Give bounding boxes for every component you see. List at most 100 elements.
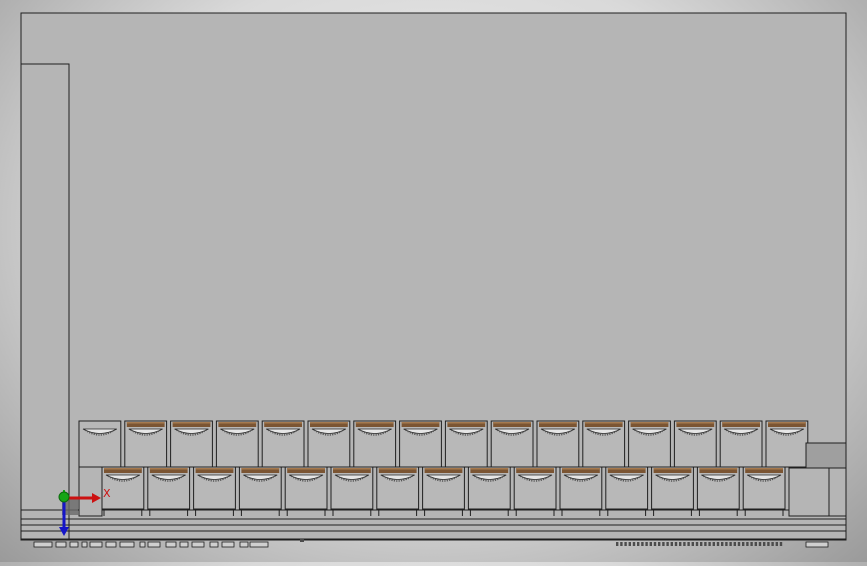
hardware-tooth — [737, 542, 741, 546]
bin-wood-highlight — [149, 468, 188, 470]
hardware-tooth — [679, 542, 682, 546]
lower-row-bin — [696, 466, 740, 510]
bin-wood-highlight — [699, 468, 738, 470]
upper-row-bin — [490, 420, 534, 468]
bin-wood-highlight — [607, 468, 646, 470]
hardware-tooth — [712, 542, 715, 546]
hardware-tooth — [670, 542, 673, 546]
bin-wood-highlight — [378, 468, 417, 470]
hardware-block — [69, 541, 79, 548]
bin-wood-highlight — [562, 468, 600, 470]
bin-wood-highlight — [104, 468, 142, 470]
hardware-block — [81, 541, 88, 548]
bin-wood-highlight — [241, 468, 280, 470]
hardware-tooth — [632, 542, 636, 546]
bin-outline — [353, 420, 397, 468]
hardware-block — [147, 541, 161, 548]
hardware-block — [209, 541, 219, 548]
hardware-block — [249, 541, 269, 548]
hardware-pin — [300, 539, 304, 542]
bin-outline — [513, 466, 557, 510]
bin-wood-highlight — [172, 422, 211, 424]
lower-row-bin — [238, 466, 282, 510]
bin-wood-highlight — [722, 422, 760, 424]
lower-row-bin — [651, 466, 694, 510]
bin-wood-highlight — [653, 468, 692, 470]
hardware-tooth — [658, 542, 661, 546]
bin-outline — [490, 420, 534, 468]
hardware-block — [165, 541, 177, 548]
hardware-tooth — [641, 542, 644, 546]
hardware-tooth — [771, 542, 774, 546]
upper-row-bin — [673, 420, 717, 468]
lower-row-bin — [742, 466, 786, 510]
hardware-tooth — [746, 542, 749, 546]
hardware-block — [119, 541, 135, 548]
hardware-tooth — [754, 542, 757, 546]
upper-row-bin — [536, 420, 580, 468]
hardware-tooth — [616, 542, 619, 546]
lower-row-bin — [284, 466, 328, 510]
bin-outline — [307, 420, 351, 468]
bin-outline — [124, 420, 168, 468]
bin-wood-highlight — [630, 422, 669, 424]
origin-sphere-icon — [58, 491, 70, 503]
bin-outline — [765, 420, 809, 468]
bin-outline — [376, 466, 420, 510]
upper-row-bin — [261, 420, 305, 468]
lower-row-bin — [193, 466, 236, 510]
hardware-tooth — [649, 542, 652, 546]
graphics-viewport[interactable]: X — [0, 0, 867, 562]
hardware-tooth — [674, 542, 678, 546]
hardware-tooth — [645, 542, 648, 546]
bin-wood-highlight — [516, 468, 554, 470]
hardware-block — [105, 541, 117, 548]
lower-row-bin — [330, 466, 374, 510]
upper-row-bin — [444, 420, 488, 468]
bin-wood-highlight — [195, 468, 234, 470]
upper-row-bin — [307, 420, 351, 468]
hardware-tooth — [620, 542, 623, 546]
hardware-block — [805, 541, 829, 548]
bin-wood-highlight — [424, 468, 463, 470]
upper-row-bin — [399, 420, 442, 468]
bin-outline — [651, 466, 694, 510]
bin-outline — [215, 420, 259, 468]
hardware-block — [89, 541, 103, 548]
bin-outline — [261, 420, 305, 468]
bin-wood-highlight — [768, 422, 806, 424]
triad-x-label: X — [103, 487, 111, 500]
bin-wood-highlight — [676, 422, 715, 424]
bin-outline — [673, 420, 717, 468]
bin-outline — [193, 466, 236, 510]
right-end-block — [788, 467, 847, 517]
lower-row-bin — [559, 466, 603, 510]
bin-wood-highlight — [539, 422, 577, 424]
upper-row-bin — [170, 420, 213, 468]
hardware-tooth — [700, 542, 703, 546]
bin-outline — [742, 466, 786, 510]
lower-row-bin — [147, 466, 191, 510]
lower-left-spacer — [78, 466, 103, 517]
bin-wood-highlight — [126, 422, 165, 424]
hardware-tooth — [729, 542, 732, 546]
hardware-tooth — [775, 542, 778, 546]
hardware-tooth — [637, 542, 640, 546]
hardware-tooth — [687, 542, 690, 546]
bin-wood-highlight — [470, 468, 509, 470]
hardware-tooth — [683, 542, 686, 546]
bin-wood-highlight — [493, 422, 531, 424]
bin-outline — [559, 466, 603, 510]
lower-row-bin — [513, 466, 557, 510]
bin-outline — [238, 466, 282, 510]
bin-wood-highlight — [218, 422, 257, 424]
hardware-block — [191, 541, 205, 548]
hardware-tooth — [767, 542, 770, 546]
bin-outline — [330, 466, 374, 510]
bin-outline — [170, 420, 213, 468]
bin-outline — [284, 466, 328, 510]
upper-row-bin — [215, 420, 259, 468]
cad-model-view[interactable]: X — [0, 0, 867, 562]
hardware-tooth — [653, 542, 657, 546]
hardware-tooth — [733, 542, 736, 546]
